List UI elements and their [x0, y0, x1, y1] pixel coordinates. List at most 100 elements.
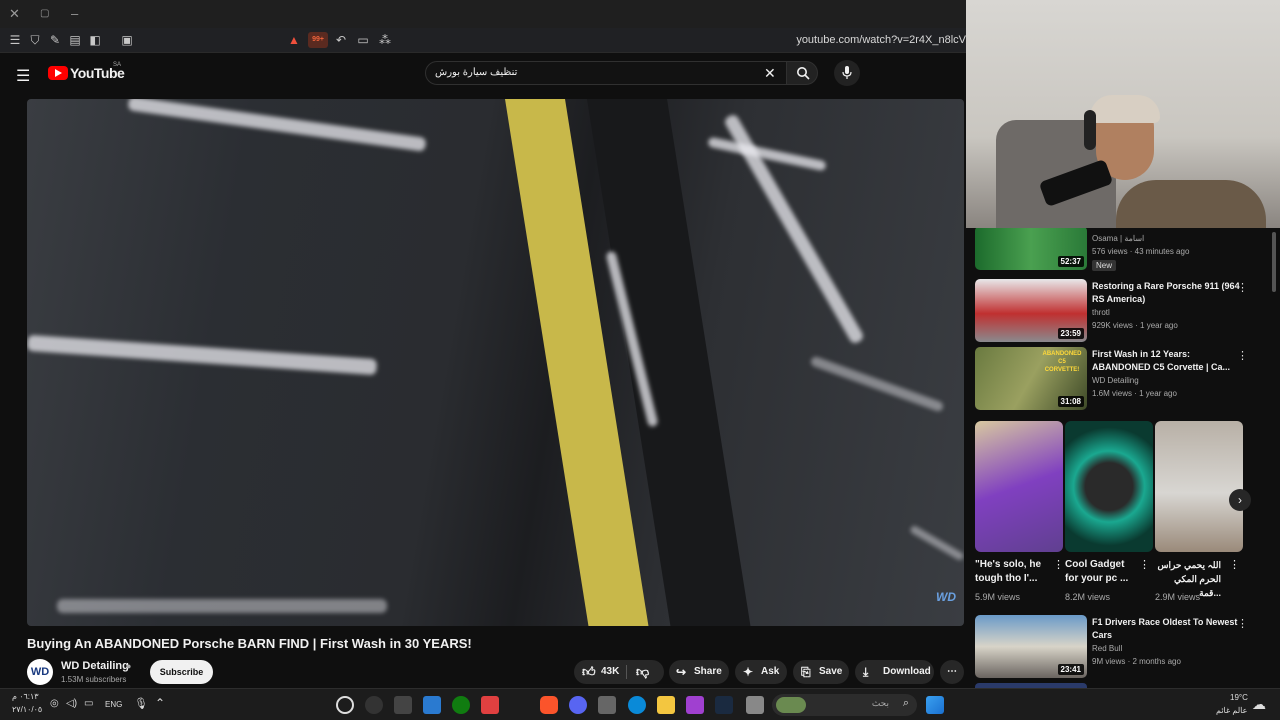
minimize-icon[interactable]: –	[71, 6, 78, 21]
temperature[interactable]: 19°C	[1230, 693, 1248, 702]
reader-icon[interactable]: ▣	[119, 32, 135, 48]
app-icon[interactable]	[481, 696, 499, 714]
list-item[interactable]: 52:37 Osama | اسامة 576 views · 43 minut…	[975, 228, 1275, 276]
taskbar-search[interactable]: بحث ⌕	[772, 694, 917, 716]
windows-start-icon[interactable]	[926, 696, 944, 714]
browser-toolbar: ☰ ⛉ ✎ ▤ ◧ ▣ ▲ 99+ ↶ ▭ ⁂ youtube.com/watc…	[0, 28, 966, 53]
app-icon[interactable]	[746, 696, 764, 714]
brave-rewards-icon[interactable]: ▲	[286, 32, 302, 48]
bookmark-icon: ⎘	[801, 665, 811, 679]
steam-icon[interactable]	[715, 696, 733, 714]
obs-icon[interactable]	[365, 696, 383, 714]
share-icon: ↪	[676, 665, 687, 679]
youtube-logo-icon[interactable]	[48, 66, 68, 80]
video-title[interactable]: Restoring a Rare Porsche 911 (964 RS Ame…	[1092, 280, 1242, 306]
more-icon[interactable]: ⋮	[1229, 558, 1240, 571]
close-tab-icon[interactable]: ✕	[9, 6, 20, 22]
more-icon[interactable]: ⋮	[1139, 558, 1150, 571]
verified-icon: ●	[126, 661, 132, 671]
cast-icon[interactable]: ▭	[355, 32, 371, 48]
video-player[interactable]: WD	[27, 99, 964, 626]
edge-icon[interactable]	[628, 696, 646, 714]
menu-icon[interactable]: ☰	[7, 32, 23, 48]
short-thumbnail[interactable]	[1065, 421, 1153, 552]
webcam-overlay	[966, 0, 1280, 228]
restore-icon[interactable]: ▢	[40, 8, 49, 19]
list-item[interactable]: 23:41 F1 Drivers Race Oldest To Newest C…	[975, 615, 1275, 678]
sidebar-icon[interactable]: ◧	[87, 32, 103, 48]
chevron-up-icon[interactable]: ⌃	[155, 696, 165, 710]
save-button[interactable]: ⎘ Save	[793, 660, 849, 684]
brave-shield-badge[interactable]: 99+	[308, 32, 328, 48]
discord-icon[interactable]	[569, 696, 587, 714]
share-button[interactable]: ↪ Share	[669, 660, 729, 684]
clock-time[interactable]: ٠٦:١٣ م	[12, 692, 39, 701]
region-code: SA	[113, 62, 122, 68]
list-item[interactable]: 23:59 Restoring a Rare Porsche 911 (964 …	[975, 279, 1275, 342]
more-icon: ⋯	[947, 666, 957, 677]
battery-icon[interactable]: ▭	[84, 698, 93, 709]
file-explorer-icon[interactable]	[657, 696, 675, 714]
video-thumbnail[interactable]: 23:59	[975, 279, 1087, 342]
thumbs-down-icon[interactable]: 👎︎	[636, 660, 649, 684]
taskbar: ٠٦:١٣ م ٢٧/١٠/٠٥ ◎ ◁) ▭ ENG 🎙︎ ⌃ بحث ⌕ 1…	[0, 688, 1280, 720]
weather-status[interactable]: عالم غائم	[1216, 706, 1247, 715]
sparkle-icon: ✦	[743, 665, 754, 679]
volume-icon[interactable]: ◁)	[66, 698, 77, 709]
more-icon[interactable]: ⋮	[1237, 617, 1248, 630]
video-thumbnail[interactable]: ABANDONED C5 CORVETTE! 31:08	[975, 347, 1087, 410]
ask-button[interactable]: ✦ Ask	[735, 660, 787, 684]
more-actions-button[interactable]: ⋯	[940, 660, 964, 684]
short-thumbnail[interactable]	[975, 421, 1063, 552]
more-icon[interactable]: ⋮	[1237, 349, 1248, 362]
thumbs-up-icon[interactable]: 👍︎	[582, 660, 596, 684]
tabs-icon[interactable]: ▤	[67, 32, 83, 48]
search-button[interactable]	[786, 61, 818, 85]
short-item[interactable]: اللہ يحمي حراس الحرم المكي قمة... 2.9M v…	[1155, 421, 1243, 602]
like-dislike-group: 👍︎ 43K 👎︎	[574, 660, 664, 684]
back-icon[interactable]: ↶	[333, 32, 349, 48]
clock-date[interactable]: ٢٧/١٠/٠٥	[12, 705, 42, 714]
address-bar[interactable]: youtube.com/watch?v=2r4X_n8lcV	[796, 34, 966, 46]
app-icon[interactable]	[394, 696, 412, 714]
microphone-icon[interactable]: 🎙︎	[134, 697, 148, 710]
microphone-icon	[842, 66, 852, 79]
app-icon[interactable]	[686, 696, 704, 714]
video-thumbnail[interactable]: 52:37	[975, 228, 1087, 270]
brave-browser-icon[interactable]	[540, 696, 558, 714]
extensions-icon[interactable]: ✎	[47, 32, 63, 48]
browser-title-bar: ✕ ▢ –	[0, 0, 966, 28]
shield-icon[interactable]: ⛉	[27, 32, 43, 48]
store-icon[interactable]	[598, 696, 616, 714]
more-icon[interactable]: ⋮	[1237, 281, 1248, 294]
subscriber-count: 1.53M subscribers	[61, 675, 127, 684]
next-shorts-button[interactable]: ›	[1229, 489, 1251, 511]
video-title[interactable]: F1 Drivers Race Oldest To Newest Cars	[1092, 616, 1242, 642]
translate-icon[interactable]: ⁂	[377, 32, 393, 48]
app-icon[interactable]	[423, 696, 441, 714]
short-item[interactable]: Cool Gadget for your pc ... 8.2M views ⋮	[1065, 421, 1153, 602]
download-icon: ⤓	[863, 665, 869, 679]
short-thumbnail[interactable]	[1155, 421, 1243, 552]
voice-search-button[interactable]	[834, 60, 860, 86]
clear-search-icon[interactable]: ✕	[764, 65, 776, 82]
cortana-icon[interactable]	[336, 696, 354, 714]
guide-menu-icon[interactable]: ☰	[16, 66, 30, 86]
list-item[interactable]: ABANDONED C5 CORVETTE! 31:08 First Wash …	[975, 347, 1275, 410]
more-icon[interactable]: ⋮	[1053, 558, 1064, 571]
video-title[interactable]: First Wash in 12 Years: ABANDONED C5 Cor…	[1092, 348, 1242, 374]
channel-name[interactable]: WD Detailing	[61, 660, 129, 672]
short-item[interactable]: "He's solo, he tough tho I'... 5.9M view…	[975, 421, 1064, 602]
like-count[interactable]: 43K	[601, 660, 619, 684]
search-input[interactable]: تنظيف سيارة بورش ✕	[425, 61, 787, 85]
download-button[interactable]: ⤓ Download	[855, 660, 934, 684]
search-icon	[797, 67, 810, 80]
new-badge: New	[1092, 260, 1117, 271]
xbox-icon[interactable]	[452, 696, 470, 714]
channel-avatar[interactable]: WD	[27, 659, 53, 685]
video-thumbnail[interactable]: 23:41	[975, 615, 1087, 678]
language-indicator[interactable]: ENG	[105, 700, 122, 709]
network-icon[interactable]: ◎	[50, 698, 59, 709]
headphones	[1084, 110, 1096, 150]
subscribe-button[interactable]: Subscribe	[150, 660, 213, 684]
